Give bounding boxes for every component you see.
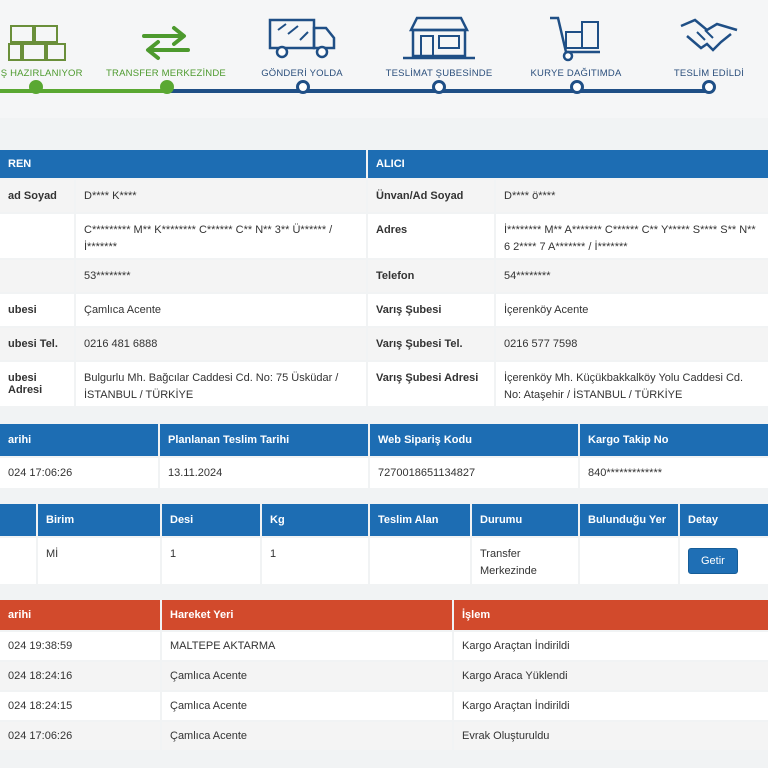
desi-header: Desi (162, 504, 260, 536)
movement-action-header: İşlem (454, 600, 768, 630)
sender-branch-tel-value: 0216 481 6888 (76, 328, 366, 360)
receiver-phone-value: 54******** (496, 260, 768, 292)
step-transfer-center: TRANSFER MERKEZİNDE (101, 4, 231, 79)
tracking-number-value: 840************* (580, 458, 768, 488)
step-label: TRANSFER MERKEZİNDE (106, 68, 226, 79)
pkg-col0-value (0, 538, 36, 584)
order-date-header: arihi (0, 424, 158, 456)
receiver-branch-tel-value: 0216 577 7598 (496, 328, 768, 360)
sender-receiver-panel: REN ALICI ad Soyad D**** K**** C********… (0, 150, 768, 406)
step-label: TESLİM EDİLDİ (673, 68, 745, 79)
movement-row-location: MALTEPE AKTARMA (162, 632, 452, 660)
handshake-icon (644, 4, 768, 62)
movement-location-header: Hareket Yeri (162, 600, 452, 630)
sender-phone-label (0, 260, 74, 292)
kg-header: Kg (262, 504, 368, 536)
step-label: KURYE DAĞITIMDA (530, 68, 622, 79)
receiver-name-value: D**** ö**** (496, 180, 768, 212)
tracking-number-header: Kargo Takip No (580, 424, 768, 456)
movement-row-date: 024 18:24:16 (0, 662, 160, 690)
sender-phone-value: 53******** (76, 260, 366, 292)
movement-row-date: 024 18:24:15 (0, 692, 160, 720)
sender-branch-label: ubesi (0, 294, 74, 326)
step-dot-courier-distribution (570, 80, 584, 94)
sender-name-value: D**** K**** (76, 180, 366, 212)
movement-row-action: Kargo Araçtan İndirildi (454, 692, 768, 720)
receiver-branch-address-value: İçerenköy Mh. Küçükbakkalköy Yolu Caddes… (496, 362, 768, 406)
step-dot-transfer-center (160, 80, 174, 94)
order-info-table: arihi Planlanan Teslim Tarihi Web Sipari… (0, 424, 768, 488)
sender-address-label (0, 214, 74, 258)
web-order-code-value: 7270018651134827 (370, 458, 578, 488)
movement-date-header: arihi (0, 600, 160, 630)
step-dot-on-the-way (296, 80, 310, 94)
sender-address-value: C********* M** K******** C****** C** N**… (76, 214, 366, 258)
movement-row-location: Çamlıca Acente (162, 692, 452, 720)
order-date-value: 024 17:06:26 (0, 458, 158, 488)
receiver-address-value: İ******** M** A******* C****** C** Y****… (496, 214, 768, 258)
desi-value: 1 (162, 538, 260, 584)
pkg-col0-header (0, 504, 36, 536)
movement-row-action: Evrak Oluşturuldu (454, 722, 768, 750)
status-header: Durumu (472, 504, 578, 536)
receiver-branch-address-label: Varış Şubesi Adresi (368, 362, 494, 406)
step-label: KIŞ HAZIRLANIYOR (0, 68, 83, 79)
receiver-phone-label: Telefon (368, 260, 494, 292)
planned-delivery-header: Planlanan Teslim Tarihi (160, 424, 368, 456)
step-label: GÖNDERİ YOLDA (261, 68, 343, 79)
sender-branch-address-value: Bulgurlu Mh. Bağcılar Caddesi Cd. No: 75… (76, 362, 366, 406)
branch-store-icon (374, 4, 504, 62)
package-info-table: Birim Desi Kg Teslim Alan Durumu Bulundu… (0, 504, 768, 584)
movement-row-action: Kargo Araca Yüklendi (454, 662, 768, 690)
location-value (580, 538, 678, 584)
step-label: TESLİMAT ŞUBESİNDE (385, 68, 493, 79)
step-delivery-branch: TESLİMAT ŞUBESİNDE (374, 4, 504, 79)
received-by-header: Teslim Alan (370, 504, 470, 536)
detail-header: Detay (680, 504, 768, 536)
sender-header: REN (0, 150, 366, 178)
step-delivered: TESLİM EDİLDİ (644, 4, 768, 79)
movement-row-date: 024 17:06:26 (0, 722, 160, 750)
transfer-arrows-icon (101, 4, 231, 62)
shipment-progress-tracker: KIŞ HAZIRLANIYOR TRANSFER MERKEZİNDE GÖN… (0, 0, 768, 118)
detail-cell: Getir (680, 538, 768, 584)
step-dot-preparing (29, 80, 43, 94)
movement-history-table: arihi Hareket Yeri İşlem 024 19:38:59 MA… (0, 600, 768, 752)
receiver-branch-tel-label: Varış Şubesi Tel. (368, 328, 494, 360)
web-order-code-header: Web Sipariş Kodu (370, 424, 578, 456)
step-dot-delivery-branch (432, 80, 446, 94)
sender-name-label: ad Soyad (0, 180, 74, 212)
hand-truck-icon (511, 4, 641, 62)
received-by-value (370, 538, 470, 584)
truck-icon (237, 4, 367, 62)
receiver-address-label: Adres (368, 214, 494, 258)
movement-row-date: 024 19:38:59 (0, 632, 160, 660)
status-value: Transfer Merkezinde (472, 538, 578, 584)
movement-row-action: Kargo Araçtan İndirildi (454, 632, 768, 660)
unit-value: Mİ (38, 538, 160, 584)
movement-row-location: Çamlıca Acente (162, 722, 452, 750)
movement-row-location: Çamlıca Acente (162, 662, 452, 690)
progress-line-done (0, 89, 168, 93)
location-header: Bulunduğu Yer (580, 504, 678, 536)
receiver-header: ALICI (368, 150, 768, 178)
sender-branch-value: Çamlıca Acente (76, 294, 366, 326)
step-courier-distribution: KURYE DAĞITIMDA (511, 4, 641, 79)
sender-branch-address-label: ubesi Adresi (0, 362, 74, 406)
unit-header: Birim (38, 504, 160, 536)
receiver-branch-label: Varış Şubesi (368, 294, 494, 326)
step-dot-delivered (702, 80, 716, 94)
step-preparing: KIŞ HAZIRLANIYOR (0, 4, 102, 79)
sender-branch-tel-label: ubesi Tel. (0, 328, 74, 360)
receiver-name-label: Ünvan/Ad Soyad (368, 180, 494, 212)
package-icon (0, 4, 102, 62)
getir-button[interactable]: Getir (688, 548, 738, 574)
receiver-branch-value: İçerenköy Acente (496, 294, 768, 326)
step-on-the-way: GÖNDERİ YOLDA (237, 4, 367, 79)
kg-value: 1 (262, 538, 368, 584)
planned-delivery-value: 13.11.2024 (160, 458, 368, 488)
